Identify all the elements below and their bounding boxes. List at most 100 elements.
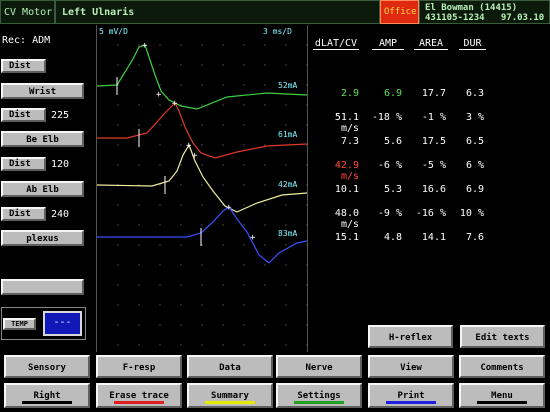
cell-dlat: 42.9 m/s — [334, 160, 359, 182]
grid-dot — [180, 204, 182, 206]
cell-dlat: 48.0 m/s — [334, 208, 359, 230]
grid-dot — [117, 144, 119, 146]
empty-site-button[interactable] — [1, 279, 84, 295]
grid-dot — [264, 164, 266, 166]
edit-texts-button[interactable]: Edit texts — [460, 325, 545, 348]
stimulus-label-1: 52mA — [278, 81, 298, 90]
bottom-button-erase-trace[interactable]: Erase trace — [96, 383, 182, 408]
bottom-button-sensory[interactable]: Sensory — [4, 355, 90, 378]
cell-amp: 4.8 — [383, 232, 402, 243]
grid-dot — [138, 224, 140, 226]
grid-dot — [222, 324, 224, 326]
site-ab-elb-button[interactable]: Ab Elb — [1, 181, 84, 197]
grid-dot — [264, 184, 266, 186]
grid-dot — [117, 224, 119, 226]
header-dlat-cv: dLAT/CV — [313, 38, 359, 50]
grid-dot — [264, 64, 266, 66]
grid-dot — [117, 204, 119, 206]
grid-dot — [117, 284, 119, 286]
grid-dot — [222, 304, 224, 306]
grid-dot — [306, 224, 308, 226]
trace-display[interactable]: + + + + + + + — [96, 25, 308, 352]
dist-button-4[interactable]: Dist — [1, 207, 46, 221]
peak-marker: + — [186, 141, 192, 151]
grid-dot — [285, 204, 287, 206]
grid-dot — [201, 44, 203, 46]
cell-dur: 6.3 — [465, 88, 484, 99]
grid-dot — [264, 144, 266, 146]
color-indicator — [22, 401, 72, 404]
grid-dot — [117, 244, 119, 246]
cell-amp: -18 % — [371, 112, 402, 123]
h-reflex-button[interactable]: H-reflex — [368, 325, 453, 348]
bottom-button-right[interactable]: Right — [4, 383, 90, 408]
peak-marker: + — [156, 90, 162, 100]
grid-dot — [306, 164, 308, 166]
dist-button-1[interactable]: Dist — [1, 59, 46, 73]
grid-dot — [138, 284, 140, 286]
grid-dot — [306, 84, 308, 86]
site-plexus-button[interactable]: plexus — [1, 230, 84, 246]
grid-dot — [180, 224, 182, 226]
grid-dot — [117, 304, 119, 306]
grid-dot — [285, 324, 287, 326]
bottom-button-f-resp[interactable]: F-resp — [96, 355, 182, 378]
office-badge[interactable]: Office — [380, 0, 419, 24]
cell-dlat: 15.1 — [334, 232, 359, 243]
grid-dot — [243, 324, 245, 326]
grid-dot — [159, 124, 161, 126]
grid-dot — [159, 344, 161, 346]
grid-dot — [180, 344, 182, 346]
bottom-button-nerve[interactable]: Nerve — [276, 355, 362, 378]
grid-dot — [117, 44, 119, 46]
dist-button-2[interactable]: Dist — [1, 108, 46, 122]
grid-dot — [138, 64, 140, 66]
waveform-trace-1 — [96, 44, 308, 110]
cell-dlat: 10.1 — [334, 184, 359, 195]
grid-dot — [306, 204, 308, 206]
bottom-button-menu[interactable]: Menu — [459, 383, 545, 408]
grid-dot — [117, 324, 119, 326]
exam-date: 97.03.10 — [500, 13, 545, 23]
stimulus-label-4: 83mA — [278, 229, 298, 238]
cell-amp: 5.3 — [383, 184, 402, 195]
cell-dur: 6.9 — [465, 184, 484, 195]
grid-dot — [201, 284, 203, 286]
grid-dot — [264, 264, 266, 266]
bottom-button-data[interactable]: Data — [187, 355, 273, 378]
waveform-trace-2 — [97, 101, 308, 159]
grid-dot — [306, 264, 308, 266]
grid-dot — [180, 164, 182, 166]
grid-dot — [243, 104, 245, 106]
cell-amp: 5.6 — [383, 136, 402, 147]
temp-label[interactable]: TEMP — [3, 318, 36, 330]
color-indicator — [477, 401, 527, 404]
bottom-button-comments[interactable]: Comments — [459, 355, 545, 378]
grid-dot — [117, 104, 119, 106]
distance-value-3: 240 — [51, 209, 70, 220]
grid-dot — [306, 44, 308, 46]
grid-dot — [222, 124, 224, 126]
grid-dot — [201, 324, 203, 326]
grid-dot — [138, 244, 140, 246]
grid-dot — [306, 104, 308, 106]
bottom-button-settings[interactable]: Settings — [276, 383, 362, 408]
dist-button-3[interactable]: Dist — [1, 157, 46, 171]
grid-dot — [285, 264, 287, 266]
stimulus-label-2: 61mA — [278, 130, 298, 139]
header-area: AREA — [414, 38, 448, 50]
bottom-button-view[interactable]: View — [368, 355, 454, 378]
grid-dot — [285, 284, 287, 286]
site-wrist-button[interactable]: Wrist — [1, 83, 84, 99]
site-be-elb-button[interactable]: Be Elb — [1, 131, 84, 147]
grid-dot — [222, 104, 224, 106]
grid-dot — [264, 204, 266, 206]
bottom-button-print[interactable]: Print — [368, 383, 454, 408]
grid-dot — [159, 224, 161, 226]
waveform-trace-4 — [97, 206, 308, 264]
bottom-button-summary[interactable]: Summary — [187, 383, 273, 408]
cell-dur: 7.6 — [465, 232, 484, 243]
cell-dur: 6.5 — [465, 136, 484, 147]
grid-dot — [159, 184, 161, 186]
grid-dot — [159, 284, 161, 286]
